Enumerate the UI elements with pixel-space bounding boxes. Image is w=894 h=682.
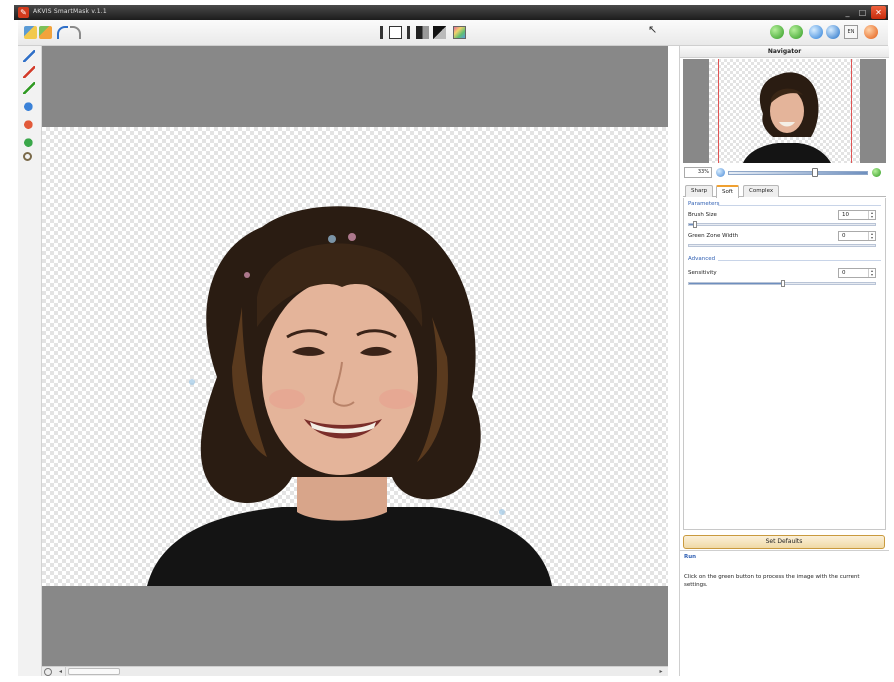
image-canvas[interactable]	[42, 46, 668, 666]
zoom-in-icon[interactable]	[872, 168, 881, 177]
redo-icon[interactable]	[70, 26, 81, 39]
set-defaults-button[interactable]: Set Defaults	[683, 535, 885, 549]
brush-size-label: Brush Size	[688, 212, 717, 218]
minimize-button[interactable]: _	[841, 6, 854, 19]
undo-icon[interactable]	[57, 26, 68, 39]
green-zone-width-value: 0	[842, 233, 846, 239]
language-button[interactable]: EN	[844, 25, 858, 39]
green-zone-width-spin-arrows[interactable]: ▴ ▾	[868, 232, 875, 240]
green-fill-icon[interactable]	[23, 136, 35, 148]
sensitivity-knob[interactable]	[781, 280, 785, 287]
green-zone-width-field[interactable]: 0 ▴ ▾	[838, 231, 876, 241]
sensitivity-spin-arrows[interactable]: ▴ ▾	[868, 269, 875, 277]
navigator-title: Navigator	[680, 46, 889, 58]
mouse-cursor-icon: ↖	[648, 23, 658, 36]
green-zone-width-slider[interactable]	[688, 244, 876, 247]
app-logo-icon: ✎	[18, 7, 29, 18]
brush-size-slider[interactable]	[688, 221, 876, 228]
save-icon[interactable]	[39, 26, 52, 39]
zoom-value-field[interactable]: 33%	[684, 167, 712, 178]
advanced-divider	[718, 260, 881, 261]
info-icon[interactable]	[809, 25, 823, 39]
magic-pencil-icon[interactable]	[23, 82, 35, 94]
maximize-button[interactable]: □	[856, 6, 869, 19]
sensitivity-label: Sensitivity	[688, 270, 717, 276]
zoom-control: 33%	[684, 166, 885, 180]
open-icon[interactable]	[24, 26, 37, 39]
close-button[interactable]: ✕	[871, 6, 886, 19]
back-icon[interactable]	[770, 25, 784, 39]
scroll-left-arrow[interactable]: ◂	[56, 667, 66, 676]
view-before-icon[interactable]	[380, 26, 383, 39]
horizontal-scrollbar[interactable]: ◂ ▸	[42, 666, 668, 676]
view-color-icon[interactable]	[453, 26, 466, 39]
tab-sharp[interactable]: Sharp	[685, 185, 714, 197]
sensitivity-field[interactable]: 0 ▴ ▾	[838, 268, 876, 278]
mode-tabs: Sharp Soft Complex	[683, 185, 886, 198]
navigator-view-frame[interactable]	[718, 59, 852, 163]
tab-soft[interactable]: Soft	[716, 185, 739, 198]
main-toolbar: EN	[18, 20, 888, 46]
tool-strip	[18, 46, 42, 676]
tab-complex[interactable]: Complex	[743, 185, 780, 197]
view-bw-icon[interactable]	[433, 26, 446, 39]
exit-icon[interactable]	[864, 25, 878, 39]
remove-pencil-icon[interactable]	[23, 66, 35, 78]
view-split-icon[interactable]	[389, 26, 402, 39]
run-icon[interactable]	[789, 25, 803, 39]
sensitivity-value: 0	[842, 270, 846, 276]
red-fill-icon[interactable]	[23, 118, 35, 130]
scroll-thumb[interactable]	[68, 668, 120, 675]
keep-pencil-icon[interactable]	[23, 50, 35, 62]
brush-size-knob[interactable]	[693, 221, 697, 228]
zoom-icon[interactable]	[44, 668, 52, 676]
navigator-preview[interactable]	[683, 59, 886, 163]
portrait-photo	[147, 206, 552, 586]
brush-size-field[interactable]: 10 ▴ ▾	[838, 210, 876, 220]
green-zone-width-label: Green Zone Width	[688, 233, 739, 239]
blue-fill-icon[interactable]	[23, 100, 35, 112]
brush-size-spin-arrows[interactable]: ▴ ▾	[868, 211, 875, 219]
window-title: AKVIS SmartMask v.1.1	[33, 8, 107, 15]
sensitivity-fill	[689, 283, 783, 284]
settings-panel: Navigator 33% Sharp Soft Complex Paramet…	[679, 46, 889, 676]
parameters-divider	[718, 205, 881, 206]
help-text: Click on the green button to process the…	[684, 574, 860, 588]
view-mask-icon[interactable]	[416, 26, 429, 39]
help-divider	[680, 550, 889, 551]
zoom-out-icon[interactable]	[716, 168, 725, 177]
image-transparency-area	[42, 127, 668, 586]
parameters-section-label: Parameters	[688, 201, 720, 207]
globe-icon[interactable]	[826, 25, 840, 39]
zoom-slider-thumb[interactable]	[812, 168, 818, 177]
zoom-slider[interactable]	[728, 171, 868, 175]
title-bar: ✎ AKVIS SmartMask v.1.1 _ □ ✕	[14, 5, 888, 20]
view-after-icon[interactable]	[407, 26, 410, 39]
help-title: Run	[684, 554, 697, 560]
sensitivity-slider[interactable]	[688, 280, 876, 287]
advanced-section-label: Advanced	[688, 256, 716, 262]
zoom-tool-icon[interactable]	[23, 152, 32, 161]
scroll-right-arrow[interactable]: ▸	[656, 667, 666, 676]
parameters-panel: Parameters Brush Size 10 ▴ ▾ Green Zone W…	[683, 198, 886, 530]
brush-size-value: 10	[842, 212, 849, 218]
